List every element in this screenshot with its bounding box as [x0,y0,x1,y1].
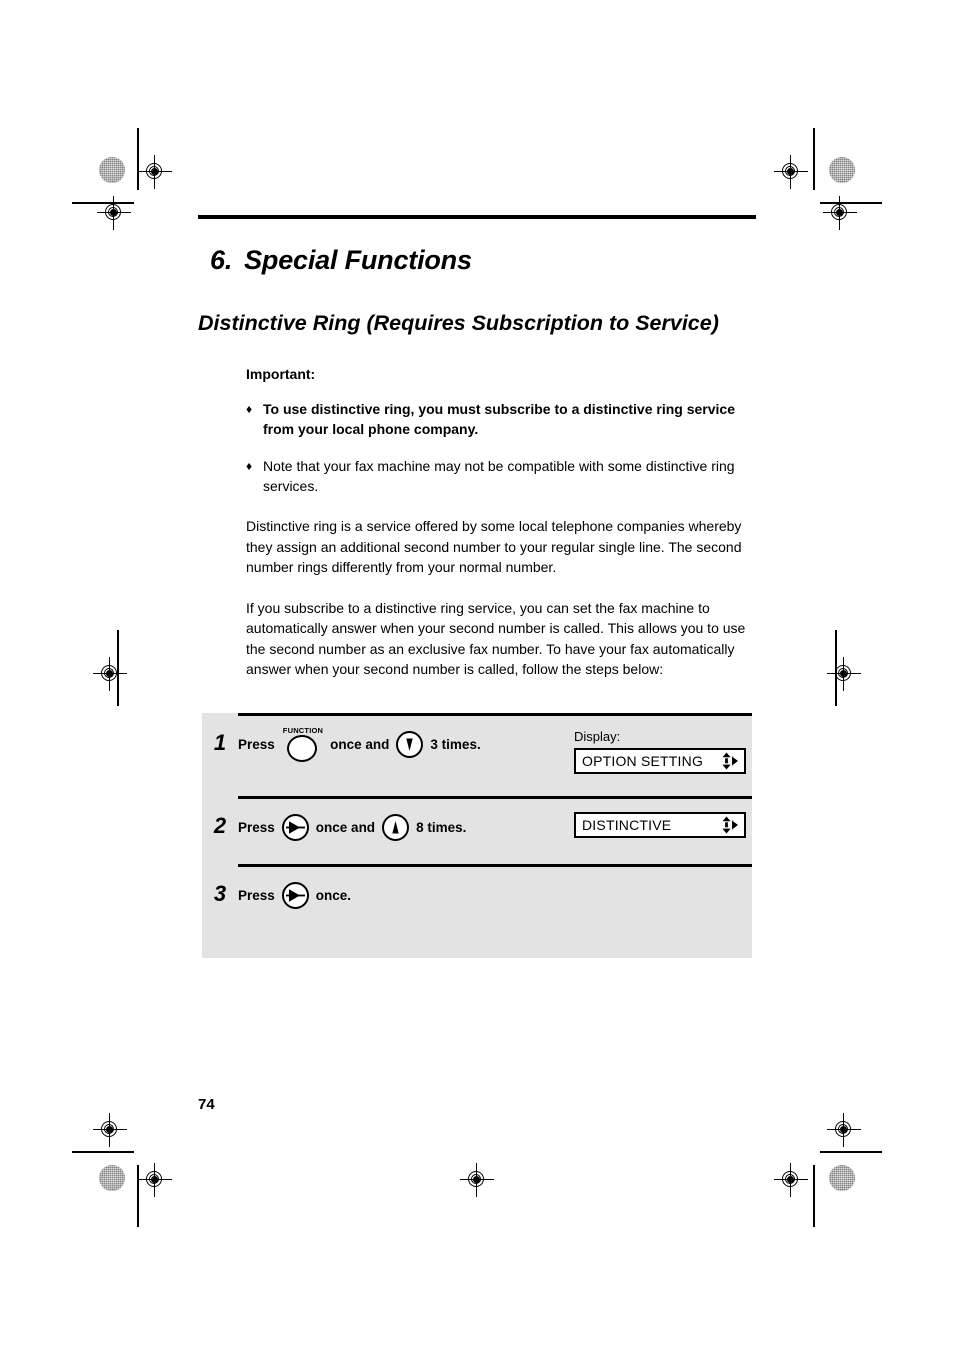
crop-line-top-right-vertical [813,128,815,190]
step-separator-rule [238,796,752,799]
page-content: 6. Special Functions Distinctive Ring (Re… [198,215,756,694]
registration-target-top-right-inner [774,155,808,189]
halftone-dot-bottom-right [829,1165,855,1191]
important-label: Important: [246,366,316,382]
function-key-icon[interactable]: FUNCTION [282,725,324,762]
right-arrow-key-icon[interactable] [281,881,309,909]
step-number: 1 [213,730,227,755]
function-key-caption: FUNCTION [282,725,324,735]
chapter-title-text: Special Functions [244,245,472,275]
step-instruction: Press once and 8 times. [238,812,574,842]
header-rule [198,215,756,219]
updown-right-arrows-icon [721,815,739,835]
updown-right-arrows-icon [721,751,739,771]
registration-target-bottom-right-inner [774,1163,808,1197]
page-number: 74 [198,1096,215,1113]
step-mid-text: once. [315,887,352,903]
down-arrow-key-icon[interactable] [396,730,424,758]
crop-line-top-left-vertical [137,128,139,190]
section-heading: Distinctive Ring (Requires Subscription … [198,311,719,335]
registration-target-top-left-inner [138,155,172,189]
step-mid-text: once and [315,819,376,835]
crop-line-bottom-right-horizontal [820,1151,882,1153]
display-label: Display: [574,729,621,744]
step-display-cell: DISTINCTIVE [574,812,752,838]
body-block: Important: ♦ To use distinctive ring, yo… [246,366,748,680]
right-arrow-key-icon[interactable] [281,813,309,841]
halftone-dot-top-right [829,157,855,183]
important-bullet-1-text: To use distinctive ring, you must subscr… [263,401,735,437]
lcd-display: DISTINCTIVE [574,812,746,838]
step-separator-rule [238,713,752,716]
important-bullet-2: ♦ Note that your fax machine may not be … [246,456,748,496]
crop-line-middle-right [835,630,837,706]
step-instruction: Press once. [238,880,574,910]
registration-target-bottom-left-inner [138,1163,172,1197]
paragraph-1: Distinctive ring is a service offered by… [246,518,742,575]
important-bullet-1: ♦ To use distinctive ring, you must subs… [246,399,748,439]
registration-target-middle-right [827,657,861,691]
step-row: 1 Press FUNCTION once and 3 times. Displ… [202,713,752,796]
lcd-text: OPTION SETTING [582,753,704,769]
press-label: Press [238,819,275,835]
crop-line-bottom-right-vertical [813,1165,815,1227]
function-key-circle [287,734,318,762]
crop-line-bottom-left-vertical [137,1165,139,1227]
lcd-text: DISTINCTIVE [582,817,672,833]
step-count-text: 8 times. [416,819,467,835]
step-count-text: 3 times. [430,736,481,752]
step-spacer [202,842,752,864]
press-label: Press [238,736,275,752]
press-label: Press [238,887,275,903]
halftone-dot-bottom-left [99,1165,125,1191]
step-number: 3 [213,881,227,906]
paragraph-2: If you subscribe to a distinctive ring s… [246,599,746,678]
step-mid-text: once and [330,736,390,752]
registration-target-top-right-outer [823,196,857,230]
chapter-number: 6. [210,245,233,275]
step-row: 3 Press once. [202,864,752,958]
step-row: 2 Press once and 8 times. DISTINCTIVE [202,796,752,864]
step-spacer [202,910,752,958]
crop-line-bottom-left-horizontal [72,1151,134,1153]
crop-line-middle-left [117,630,119,706]
diamond-bullet-icon: ♦ [246,402,253,416]
registration-target-bottom-left-outer [93,1113,127,1147]
step-spacer [202,774,752,796]
up-arrow-key-icon[interactable] [382,813,410,841]
registration-target-bottom-center [460,1163,494,1197]
page-title: 6. Special Functions [210,245,756,276]
registration-target-middle-left [93,657,127,691]
step-number: 2 [213,813,227,838]
diamond-bullet-icon: ♦ [246,459,253,473]
step-display-cell: Display: OPTION SETTING [574,729,752,774]
registration-target-top-left-outer [97,196,131,230]
registration-target-bottom-right-outer [827,1113,861,1147]
steps-table: 1 Press FUNCTION once and 3 times. Displ… [202,713,752,958]
lcd-display: OPTION SETTING [574,748,746,774]
step-instruction: Press FUNCTION once and 3 times. [238,725,574,762]
important-bullet-2-text: Note that your fax machine may not be co… [263,458,735,494]
step-separator-rule [238,864,752,867]
halftone-dot-top-left [99,157,125,183]
